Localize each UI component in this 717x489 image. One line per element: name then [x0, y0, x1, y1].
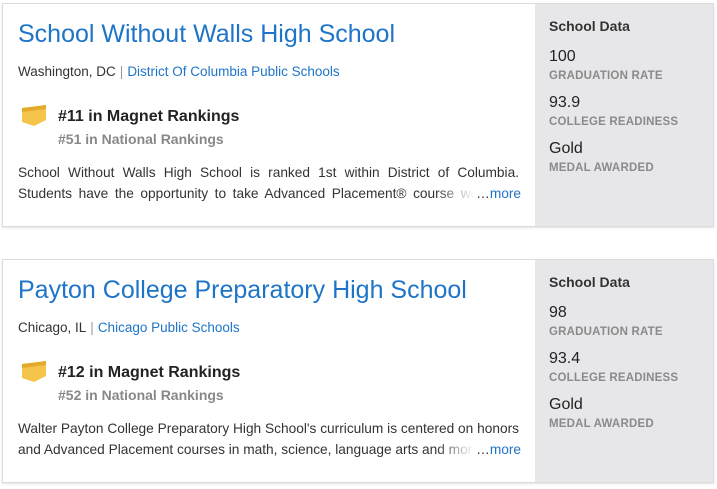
school-result-card: Payton College Preparatory High School C… — [2, 259, 714, 483]
more-toggle: …more — [436, 439, 521, 460]
college-readiness-value: 93.4 — [549, 350, 581, 367]
result-main: School Without Walls High School Washing… — [3, 4, 535, 226]
magnet-ranking: #11 in Magnet Rankings — [58, 108, 240, 125]
ellipsis: … — [476, 186, 490, 201]
more-toggle: …more — [436, 183, 521, 204]
district-link[interactable]: Chicago Public Schools — [98, 320, 240, 335]
school-location: Washington, DC | District Of Columbia Publ… — [18, 64, 340, 79]
school-data-heading: School Data — [549, 274, 630, 290]
magnet-ranking: #12 in Magnet Rankings — [58, 364, 241, 381]
location-separator: | — [119, 64, 124, 79]
medal-value: Gold — [549, 140, 583, 157]
medal-value: Gold — [549, 396, 583, 413]
medal-label: MEDAL AWARDED — [549, 162, 654, 174]
city-state: Washington, DC — [18, 64, 116, 79]
college-readiness-value: 93.9 — [549, 94, 581, 111]
more-link[interactable]: more — [490, 442, 521, 457]
location-separator: | — [90, 320, 94, 335]
graduation-rate-label: GRADUATION RATE — [549, 326, 663, 338]
national-ranking: #52 in National Rankings — [58, 387, 224, 403]
gold-medal-icon — [22, 105, 46, 126]
district-link[interactable]: District Of Columbia Public Schools — [127, 64, 339, 79]
national-ranking: #51 in National Rankings — [58, 131, 224, 147]
school-result-card: School Without Walls High School Washing… — [2, 3, 714, 227]
school-location: Chicago, IL | Chicago Public Schools — [18, 320, 240, 335]
college-readiness-label: COLLEGE READINESS — [549, 116, 679, 128]
school-title-link[interactable]: School Without Walls High School — [18, 20, 395, 49]
medal-label: MEDAL AWARDED — [549, 418, 654, 430]
more-link[interactable]: more — [490, 186, 521, 201]
school-data-heading: School Data — [549, 18, 630, 34]
result-main: Payton College Preparatory High School C… — [3, 260, 535, 482]
gold-medal-icon — [22, 361, 46, 382]
ellipsis: … — [476, 442, 490, 457]
school-data-panel: School Data 98 GRADUATION RATE 93.4 COLL… — [535, 260, 713, 482]
college-readiness-label: COLLEGE READINESS — [549, 372, 679, 384]
graduation-rate-value: 98 — [549, 304, 567, 321]
city-state: Chicago, IL — [18, 320, 87, 335]
school-data-panel: School Data 100 GRADUATION RATE 93.9 COL… — [535, 4, 713, 226]
school-title-link[interactable]: Payton College Preparatory High School — [18, 276, 467, 305]
graduation-rate-label: GRADUATION RATE — [549, 70, 663, 82]
graduation-rate-value: 100 — [549, 48, 576, 65]
